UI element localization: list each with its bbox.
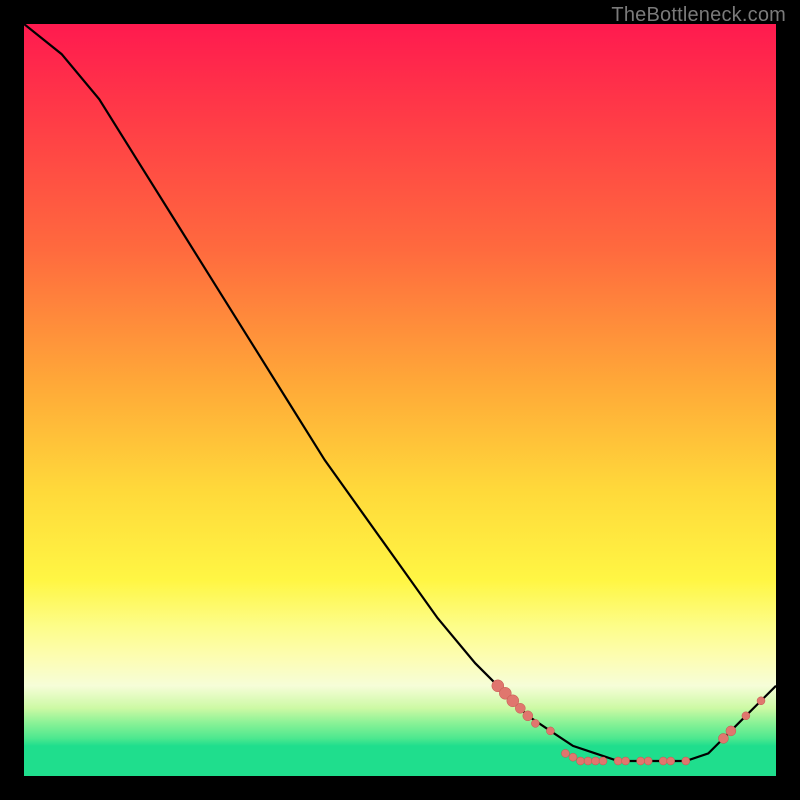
data-marker [742,712,750,720]
chart-plot-area [24,24,776,776]
data-marker [523,711,533,721]
chart-frame: TheBottleneck.com [0,0,800,800]
data-marker [546,727,554,735]
data-marker [584,757,592,765]
data-marker [718,733,728,743]
data-marker [577,757,585,765]
chart-svg [24,24,776,776]
data-marker [667,757,675,765]
data-marker [637,757,645,765]
data-marker [561,749,569,757]
bottleneck-curve [24,24,776,761]
data-marker [614,757,622,765]
data-marker [569,753,577,761]
data-marker [644,757,652,765]
data-marker [726,726,736,736]
marker-group [492,680,765,765]
data-marker [515,703,525,713]
attribution-label: TheBottleneck.com [611,4,786,27]
data-marker [592,757,600,765]
data-marker [622,757,630,765]
data-marker [531,719,539,727]
data-marker [682,757,690,765]
data-marker [659,757,667,765]
data-marker [757,697,765,705]
data-marker [599,757,607,765]
